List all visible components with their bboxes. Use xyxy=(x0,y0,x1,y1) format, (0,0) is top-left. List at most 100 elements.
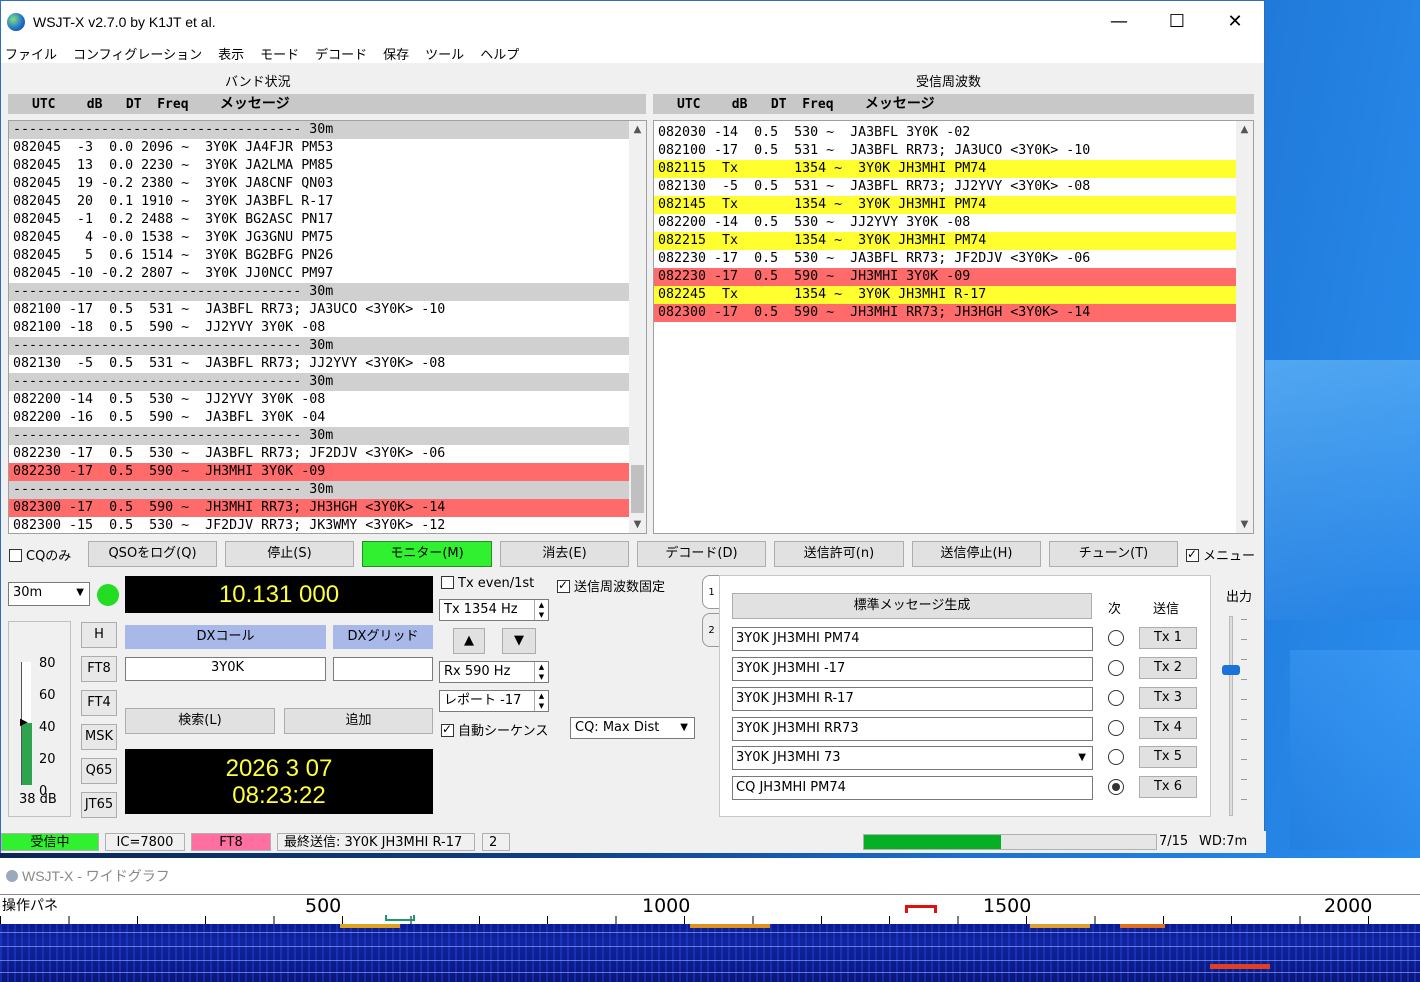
decode-row[interactable]: 082045 19 -0.2 2380 ~ 3Y0K JA8CNF QN03 xyxy=(9,175,646,193)
lookup-button[interactable]: 検索(L) xyxy=(125,708,275,734)
decode-row[interactable]: 082045 -1 0.2 2488 ~ 3Y0K BG2ASC PN17 xyxy=(9,211,646,229)
decode-row[interactable]: 082045 5 0.6 1514 ~ 3Y0K BG2BFG PN26 xyxy=(9,247,646,265)
menu-decode[interactable]: デコード xyxy=(315,44,367,63)
mode-button-q65[interactable]: Q65 xyxy=(81,758,117,784)
period-separator-row[interactable]: ------------------------------------ 30m xyxy=(9,283,646,301)
tx1-next-radio[interactable] xyxy=(1108,630,1124,646)
period-separator-row[interactable]: ------------------------------------ 30m xyxy=(9,337,646,355)
tx6-button[interactable]: Tx 6 xyxy=(1139,776,1197,798)
hold-tx-freq-checkbox[interactable]: 送信周波数固定 xyxy=(557,576,665,595)
period-separator-row[interactable]: ------------------------------------ 30m xyxy=(9,427,646,445)
tx4-message-field[interactable]: 3Y0K JH3MHI RR73 xyxy=(732,717,1093,741)
tx4-next-radio[interactable] xyxy=(1108,720,1124,736)
decode-row[interactable]: 082045 -10 -0.2 2807 ~ 3Y0K JJ0NCC PM97 xyxy=(9,265,646,283)
decode-row[interactable]: 082045 4 -0.0 1538 ~ 3Y0K JG3GNU PM75 xyxy=(9,229,646,247)
menu-tools[interactable]: ツール xyxy=(425,44,464,63)
scroll-up-icon[interactable]: ▲ xyxy=(629,121,646,138)
tab-1[interactable]: 1 xyxy=(702,575,720,609)
waterfall-spectrum[interactable] xyxy=(0,924,1420,982)
tx3-message-field[interactable]: 3Y0K JH3MHI R-17 xyxy=(732,687,1093,711)
spin-arrows-icon[interactable]: ▲ ▼ xyxy=(534,662,548,682)
decode-row[interactable]: 082215 Tx 1354 ~ 3Y0K JH3MHI PM74 xyxy=(654,232,1253,250)
log-qso-button[interactable]: QSOをログ(Q) xyxy=(88,541,217,567)
mode-button-h[interactable]: H xyxy=(81,622,117,648)
decode-row[interactable]: 082200 -14 0.5 530 ~ JJ2YVY 3Y0K -08 xyxy=(654,214,1253,232)
enable-tx-button[interactable]: 送信許可(n) xyxy=(774,541,904,567)
mode-button-ft8[interactable]: FT8 xyxy=(81,656,117,682)
menu-mode[interactable]: モード xyxy=(260,44,299,63)
tab-2[interactable]: 2 xyxy=(702,613,720,647)
power-slider-handle[interactable] xyxy=(1222,665,1240,675)
maximize-button[interactable]: ☐ xyxy=(1154,9,1200,35)
tx3-button[interactable]: Tx 3 xyxy=(1139,687,1197,709)
decode-row[interactable]: 082045 13 0.0 2230 ~ 3Y0K JA2LMA PM85 xyxy=(9,157,646,175)
add-button[interactable]: 追加 xyxy=(284,708,433,734)
spin-arrows-icon[interactable]: ▲ ▼ xyxy=(534,691,548,711)
menu-save[interactable]: 保存 xyxy=(383,44,409,63)
tx5-next-radio[interactable] xyxy=(1108,749,1124,765)
scroll-thumb[interactable] xyxy=(631,465,644,513)
scroll-down-icon[interactable]: ▼ xyxy=(629,516,646,533)
decode-row[interactable]: 082145 Tx 1354 ~ 3Y0K JH3MHI PM74 xyxy=(654,196,1253,214)
dx-call-input[interactable]: 3Y0K xyxy=(125,657,326,681)
menu-file[interactable]: ファイル xyxy=(5,44,57,63)
control-panel-label[interactable]: 操作パネ xyxy=(2,895,58,915)
period-separator-row[interactable]: ------------------------------------ 30m xyxy=(9,121,646,139)
decode-row[interactable]: 082230 -17 0.5 590 ~ JH3MHI 3Y0K -09 xyxy=(9,463,646,481)
decode-row[interactable]: 082100 -17 0.5 531 ~ JA3BFL RR73; JA3UCO… xyxy=(654,142,1253,160)
tx6-next-radio[interactable] xyxy=(1108,779,1124,795)
decode-row[interactable]: 082300 -17 0.5 590 ~ JH3MHI RR73; JH3HGH… xyxy=(654,304,1253,322)
tune-button[interactable]: チューン(T) xyxy=(1049,541,1178,567)
menu-view[interactable]: 表示 xyxy=(218,44,244,63)
tx6-message-field[interactable]: CQ JH3MHI PM74 xyxy=(732,776,1093,800)
monitor-button[interactable]: モニター(M) xyxy=(362,541,492,567)
decode-row[interactable]: 082230 -17 0.5 530 ~ JA3BFL RR73; JF2DJV… xyxy=(9,445,646,463)
checkbox-icon[interactable] xyxy=(557,578,570,593)
tx-freq-spinbox[interactable]: Tx 1354 Hz ▲ ▼ xyxy=(439,599,549,621)
tx-frequency-marker[interactable] xyxy=(905,905,937,913)
tx1-message-field[interactable]: 3Y0K JH3MHI PM74 xyxy=(732,627,1093,651)
decode-row[interactable]: 082300 -17 0.5 590 ~ JH3MHI RR73; JH3HGH… xyxy=(9,499,646,517)
dx-grid-input[interactable] xyxy=(333,657,433,681)
decode-row[interactable]: 082130 -5 0.5 531 ~ JA3BFL RR73; JJ2YVY … xyxy=(654,178,1253,196)
decode-row[interactable]: 082200 -14 0.5 530 ~ JJ2YVY 3Y0K -08 xyxy=(9,391,646,409)
period-separator-row[interactable]: ------------------------------------ 30m xyxy=(9,481,646,499)
tx5-button[interactable]: Tx 5 xyxy=(1139,746,1197,768)
rx-freq-spinbox[interactable]: Rx 590 Hz ▲ ▼ xyxy=(439,661,549,683)
tx1-button[interactable]: Tx 1 xyxy=(1139,627,1197,649)
power-slider-track[interactable] xyxy=(1229,616,1233,816)
decode-row[interactable]: 082300 -15 0.5 530 ~ JF2DJV RR73; JK3WMY… xyxy=(9,517,646,533)
scroll-down-icon[interactable]: ▼ xyxy=(1236,516,1253,533)
tx2-button[interactable]: Tx 2 xyxy=(1139,657,1197,679)
band-activity-list[interactable]: ------------------------------------ 30m… xyxy=(8,120,647,534)
tx4-button[interactable]: Tx 4 xyxy=(1139,717,1197,739)
decode-row[interactable]: 082045 -3 0.0 2096 ~ 3Y0K JA4FJR PM53 xyxy=(9,139,646,157)
tx5-message-select[interactable]: 3Y0K JH3MHI 73 ▼ xyxy=(732,746,1093,770)
decode-row[interactable]: 082045 20 0.1 1910 ~ 3Y0K JA3BFL R-17 xyxy=(9,193,646,211)
menus-checkbox[interactable]: メニュー xyxy=(1186,545,1255,564)
band-select[interactable]: 30m ▼ xyxy=(8,582,90,606)
decode-row[interactable]: 082130 -5 0.5 531 ~ JA3BFL RR73; JJ2YVY … xyxy=(9,355,646,373)
band-activity-scrollbar[interactable]: ▲ ▼ xyxy=(629,121,646,533)
cq-only-checkbox[interactable]: CQのみ xyxy=(9,545,71,564)
mode-button-jt65[interactable]: JT65 xyxy=(81,792,117,818)
rx-to-tx-down-button[interactable]: ▼ xyxy=(502,628,536,654)
tx3-next-radio[interactable] xyxy=(1108,690,1124,706)
scroll-up-icon[interactable]: ▲ xyxy=(1236,121,1253,138)
stop-button[interactable]: 停止(S) xyxy=(225,541,354,567)
checkbox-icon[interactable] xyxy=(441,576,454,589)
decode-row[interactable]: 082100 -17 0.5 531 ~ JA3BFL RR73; JA3UCO… xyxy=(9,301,646,319)
menu-configuration[interactable]: コンフィグレーション xyxy=(73,44,202,63)
generate-std-msgs-button[interactable]: 標準メッセージ生成 xyxy=(732,593,1092,619)
decode-row[interactable]: 082030 -14 0.5 530 ~ JA3BFL 3Y0K -02 xyxy=(654,124,1253,142)
checkbox-icon[interactable] xyxy=(441,722,454,737)
checkbox-icon[interactable] xyxy=(1186,547,1199,562)
rx-frequency-scrollbar[interactable]: ▲ ▼ xyxy=(1236,121,1253,533)
auto-seq-checkbox[interactable]: 自動シーケンス xyxy=(441,720,548,739)
tx2-next-radio[interactable] xyxy=(1108,660,1124,676)
close-button[interactable]: ✕ xyxy=(1212,9,1258,35)
decode-button[interactable]: デコード(D) xyxy=(637,541,766,567)
decode-row[interactable]: 082230 -17 0.5 590 ~ JH3MHI 3Y0K -09 xyxy=(654,268,1253,286)
cq-mode-select[interactable]: CQ: Max Dist ▼ xyxy=(570,717,695,739)
checkbox-icon[interactable] xyxy=(9,549,22,562)
